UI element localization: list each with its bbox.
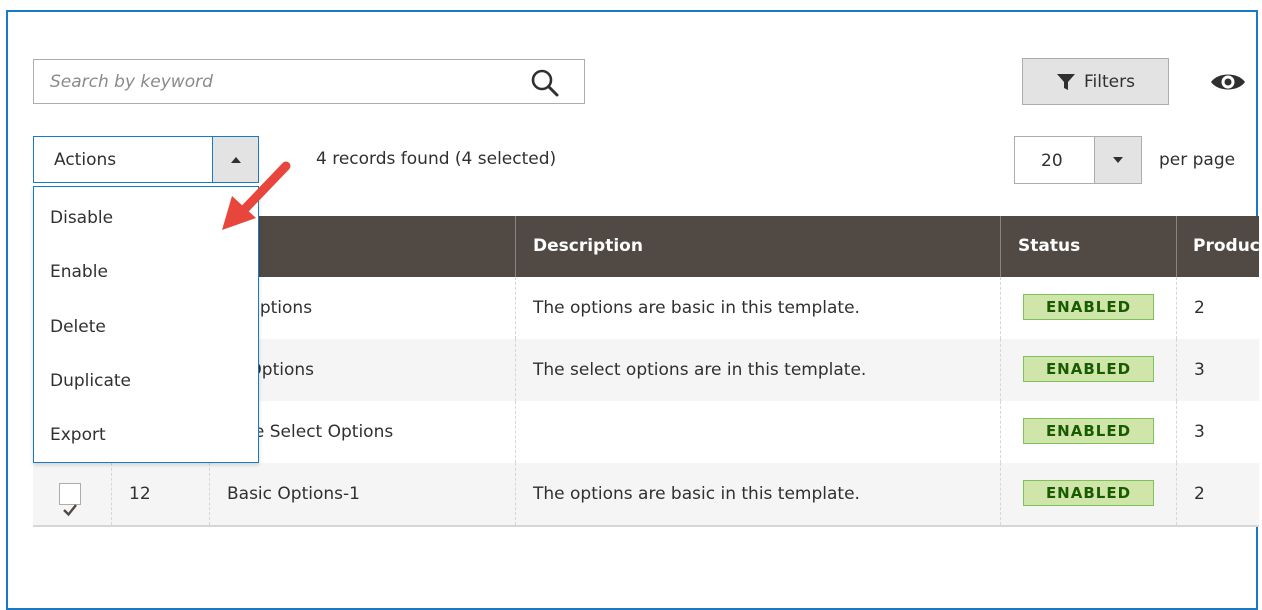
- menu-item-delete[interactable]: Delete: [34, 300, 258, 354]
- header-description[interactable]: Description: [515, 216, 1000, 277]
- per-page-toggle[interactable]: [1094, 137, 1141, 183]
- row-description: [515, 401, 1000, 463]
- check-icon: [63, 504, 77, 517]
- row-products: 2: [1176, 277, 1259, 339]
- row-id: 12: [111, 463, 209, 525]
- row-description: The options are basic in this template.: [515, 277, 1000, 339]
- header-status[interactable]: Status: [1000, 216, 1176, 277]
- per-page-label: per page: [1159, 150, 1236, 170]
- search-icon[interactable]: [530, 68, 560, 98]
- grid-bottom-border: [33, 525, 1259, 527]
- row-products: 2: [1176, 463, 1259, 525]
- eye-icon[interactable]: [1209, 71, 1247, 93]
- filter-icon: [1057, 73, 1076, 90]
- row-checkbox[interactable]: [59, 483, 81, 517]
- table-row: 12 Basic Options-1 The options are basic…: [33, 463, 1259, 525]
- row-status-cell: ENABLED: [1000, 277, 1176, 339]
- row-status-cell: ENABLED: [1000, 463, 1176, 525]
- menu-item-enable[interactable]: Enable: [34, 245, 258, 299]
- row-description: The select options are in this template.: [515, 339, 1000, 401]
- per-page-value: 20: [1041, 151, 1063, 171]
- row-select-cell: [33, 463, 111, 525]
- row-products: 3: [1176, 339, 1259, 401]
- search-input[interactable]: [34, 60, 520, 103]
- caret-down-icon: [1113, 157, 1123, 163]
- status-badge: ENABLED: [1023, 418, 1154, 444]
- row-description: The options are basic in this template.: [515, 463, 1000, 525]
- status-badge: ENABLED: [1023, 294, 1154, 320]
- row-name: Basic Options-1: [209, 463, 515, 525]
- search-box: [33, 59, 585, 104]
- status-badge: ENABLED: [1023, 480, 1154, 506]
- annotation-arrow: [222, 161, 291, 230]
- per-page-select[interactable]: 20: [1014, 136, 1142, 184]
- actions-label: Actions: [54, 150, 117, 170]
- records-count: 4 records found (4 selected): [316, 149, 557, 169]
- menu-item-duplicate[interactable]: Duplicate: [34, 354, 258, 408]
- row-status-cell: ENABLED: [1000, 339, 1176, 401]
- header-products[interactable]: Produc: [1176, 216, 1259, 277]
- menu-item-export[interactable]: Export: [34, 408, 258, 462]
- status-badge: ENABLED: [1023, 356, 1154, 382]
- row-products: 3: [1176, 401, 1259, 463]
- filters-label: Filters: [1084, 71, 1135, 92]
- filters-button[interactable]: Filters: [1022, 58, 1169, 105]
- row-status-cell: ENABLED: [1000, 401, 1176, 463]
